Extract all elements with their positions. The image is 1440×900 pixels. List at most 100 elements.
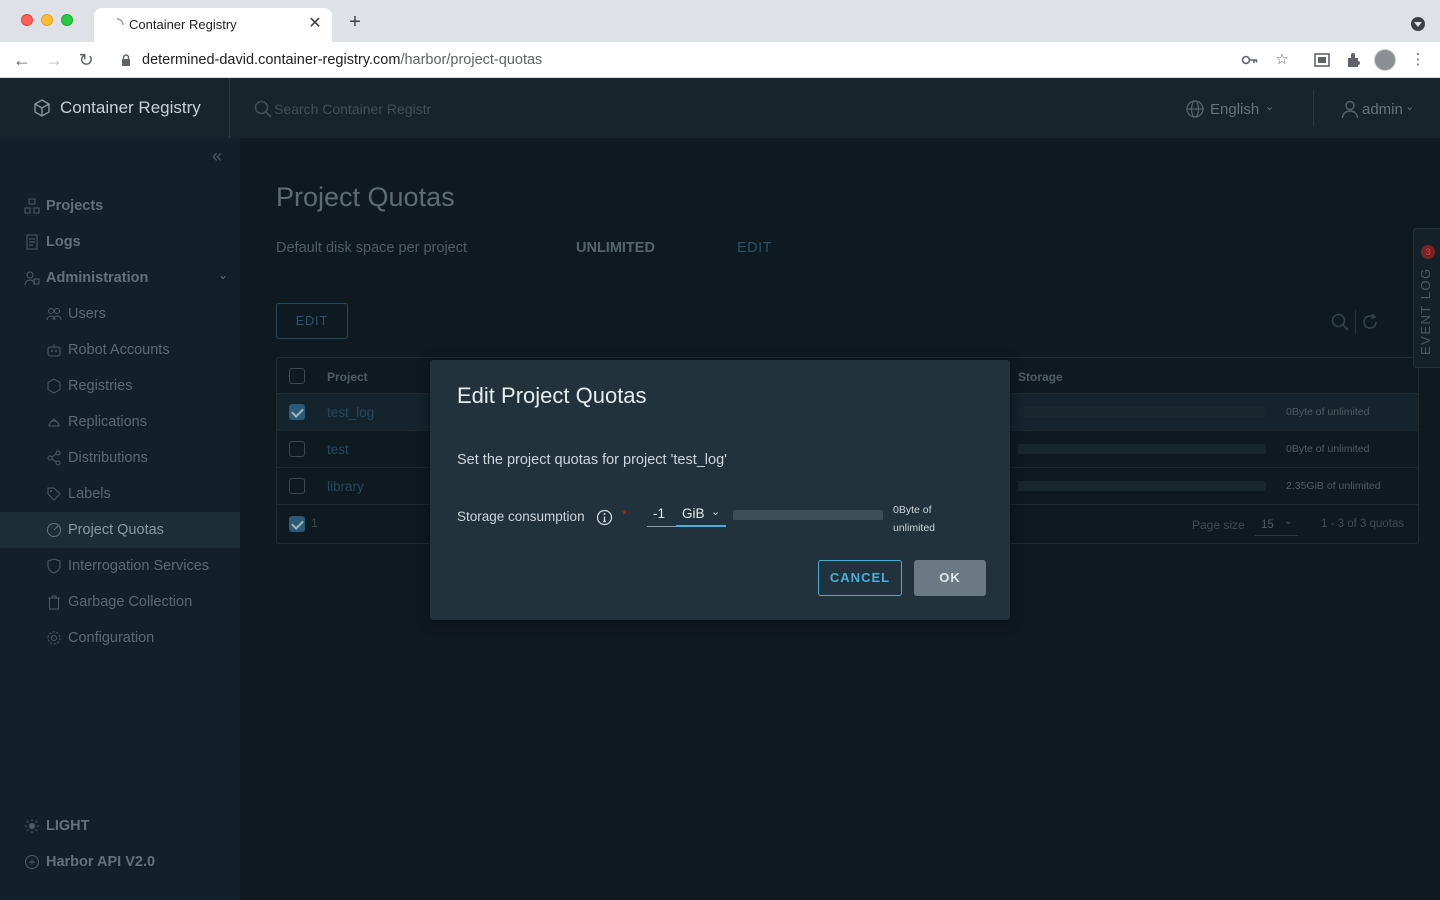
brand-name[interactable]: Container Registry xyxy=(60,98,201,118)
row-checkbox[interactable] xyxy=(289,441,305,457)
ok-button[interactable]: OK xyxy=(914,560,986,596)
selection-checkbox[interactable] xyxy=(289,516,305,532)
sidebar: « Projects Logs Administration ⌄ Users R… xyxy=(0,138,240,900)
sidebar-item-distributions[interactable]: Distributions xyxy=(0,440,240,476)
sidebar-item-label: Project Quotas xyxy=(68,522,164,538)
robot-icon xyxy=(47,344,61,357)
pagination-range: 1 - 3 of 3 quotas xyxy=(1321,518,1405,530)
sidebar-item-label: Projects xyxy=(46,198,104,214)
sidebar-item-label: Robot Accounts xyxy=(68,342,170,358)
storage-progress-bar xyxy=(1018,481,1266,491)
edit-default-quota-link[interactable]: EDIT xyxy=(737,240,772,256)
bookmark-star-icon[interactable]: ☆ xyxy=(1272,50,1292,70)
storage-usage: 2.35GiB of unlimited xyxy=(1286,480,1381,492)
registries-icon xyxy=(47,378,61,394)
search-icon[interactable] xyxy=(1330,312,1350,332)
user-icon xyxy=(1341,100,1359,119)
window-zoom-button[interactable] xyxy=(61,14,73,26)
tab-search-icon[interactable] xyxy=(1411,17,1425,31)
sidebar-item-label: Garbage Collection xyxy=(68,594,193,610)
administration-icon xyxy=(24,271,40,286)
storage-quota-input[interactable]: -1 xyxy=(647,503,677,527)
sidebar-item-api[interactable]: Harbor API V2.0 xyxy=(0,844,240,880)
project-link[interactable]: library xyxy=(327,479,364,494)
storage-progress-bar xyxy=(1018,444,1266,454)
sidebar-item-registries[interactable]: Registries xyxy=(0,368,240,404)
storage-usage-text: 0Byte of unlimited xyxy=(893,501,953,537)
storage-usage: 0Byte of unlimited xyxy=(1286,443,1370,455)
row-checkbox[interactable] xyxy=(289,478,305,494)
default-quota-value: UNLIMITED xyxy=(576,240,655,256)
sidebar-item-users[interactable]: Users xyxy=(0,296,240,332)
projects-icon xyxy=(24,198,40,214)
url-path: /harbor/project-quotas xyxy=(400,52,543,68)
new-tab-icon[interactable]: + xyxy=(344,12,366,32)
sidebar-item-interrogation-services[interactable]: Interrogation Services xyxy=(0,548,240,584)
window-close-button[interactable] xyxy=(21,14,33,26)
extensions-icon[interactable] xyxy=(1344,50,1364,70)
sidebar-item-label: Administration xyxy=(46,270,149,286)
sidebar-item-robot-accounts[interactable]: Robot Accounts xyxy=(0,332,240,368)
sidebar-item-replications[interactable]: Replications xyxy=(0,404,240,440)
storage-progress-bar xyxy=(1018,407,1266,417)
sidebar-item-configuration[interactable]: Configuration xyxy=(0,620,240,656)
edit-quota-dialog: Edit Project Quotas Set the project quot… xyxy=(430,360,1010,620)
column-header-storage[interactable]: Storage xyxy=(1018,370,1063,384)
browser-toolbar: ← → ↻ determined-david.container-registr… xyxy=(0,42,1440,78)
back-icon[interactable]: ← xyxy=(10,48,34,72)
sidebar-item-garbage-collection[interactable]: Garbage Collection xyxy=(0,584,240,620)
sidebar-item-label: Distributions xyxy=(68,450,148,466)
tab-close-icon[interactable]: ✕ xyxy=(306,15,324,33)
storage-usage-bar xyxy=(733,510,883,520)
profile-avatar[interactable] xyxy=(1374,49,1396,71)
language-selector[interactable]: English xyxy=(1210,101,1259,118)
column-header-project[interactable]: Project xyxy=(327,370,368,384)
browser-tab-bar: Container Registry ✕ + xyxy=(0,0,1440,42)
project-link[interactable]: test_log xyxy=(327,405,374,420)
forward-icon[interactable]: → xyxy=(42,48,66,72)
storage-consumption-label: Storage consumption xyxy=(457,509,585,524)
key-icon[interactable] xyxy=(1240,50,1260,70)
sidebar-item-theme[interactable]: LIGHT xyxy=(0,808,240,844)
address-bar[interactable]: determined-david.container-registry.com/… xyxy=(142,52,542,68)
storage-usage: 0Byte of unlimited xyxy=(1286,406,1370,418)
global-search-input[interactable]: Search Container Registr xyxy=(274,101,431,117)
sun-icon xyxy=(25,819,39,833)
toolbar-divider xyxy=(1355,310,1356,334)
info-icon[interactable] xyxy=(596,509,613,526)
refresh-icon[interactable] xyxy=(1360,312,1380,332)
lock-icon xyxy=(122,54,130,66)
collapse-sidebar-icon[interactable]: « xyxy=(212,146,222,167)
project-link[interactable]: test xyxy=(327,442,349,457)
header-divider xyxy=(229,78,230,138)
sidebar-item-label: Harbor API V2.0 xyxy=(46,854,156,870)
sidebar-item-label: Interrogation Services xyxy=(68,558,210,574)
sidebar-item-administration[interactable]: Administration ⌄ xyxy=(0,260,240,296)
dialog-description: Set the project quotas for project 'test… xyxy=(457,452,727,468)
sidebar-item-labels[interactable]: Labels xyxy=(0,476,240,512)
header-divider xyxy=(1313,90,1314,126)
row-checkbox[interactable] xyxy=(289,404,305,420)
cancel-button[interactable]: CANCEL xyxy=(818,560,902,596)
search-icon xyxy=(254,100,272,118)
event-log-label: EVENT LOG xyxy=(1418,267,1433,355)
usage-line: 0Byte of xyxy=(893,504,932,516)
select-all-checkbox[interactable] xyxy=(289,368,305,384)
reload-icon[interactable]: ↻ xyxy=(74,48,98,72)
event-log-tab[interactable]: 3 EVENT LOG xyxy=(1413,228,1440,368)
url-host: determined-david.container-registry.com xyxy=(142,52,401,68)
screen-capture-icon[interactable] xyxy=(1312,50,1332,70)
menu-dots-icon[interactable]: ⋮ xyxy=(1408,50,1428,70)
api-icon xyxy=(25,855,39,869)
registry-logo-icon xyxy=(34,99,50,117)
sidebar-item-logs[interactable]: Logs xyxy=(0,224,240,260)
chevron-down-icon: ⌄ xyxy=(711,506,721,518)
window-minimize-button[interactable] xyxy=(41,14,53,26)
sidebar-item-projects[interactable]: Projects xyxy=(0,188,240,224)
edit-quota-button[interactable]: EDIT xyxy=(276,303,348,339)
browser-tab[interactable]: Container Registry ✕ xyxy=(94,8,332,42)
page-size-label: Page size xyxy=(1192,518,1245,532)
user-menu[interactable]: admin xyxy=(1362,101,1403,118)
sidebar-item-project-quotas[interactable]: Project Quotas xyxy=(0,512,240,548)
chevron-down-icon: ⌄ xyxy=(1265,101,1275,113)
